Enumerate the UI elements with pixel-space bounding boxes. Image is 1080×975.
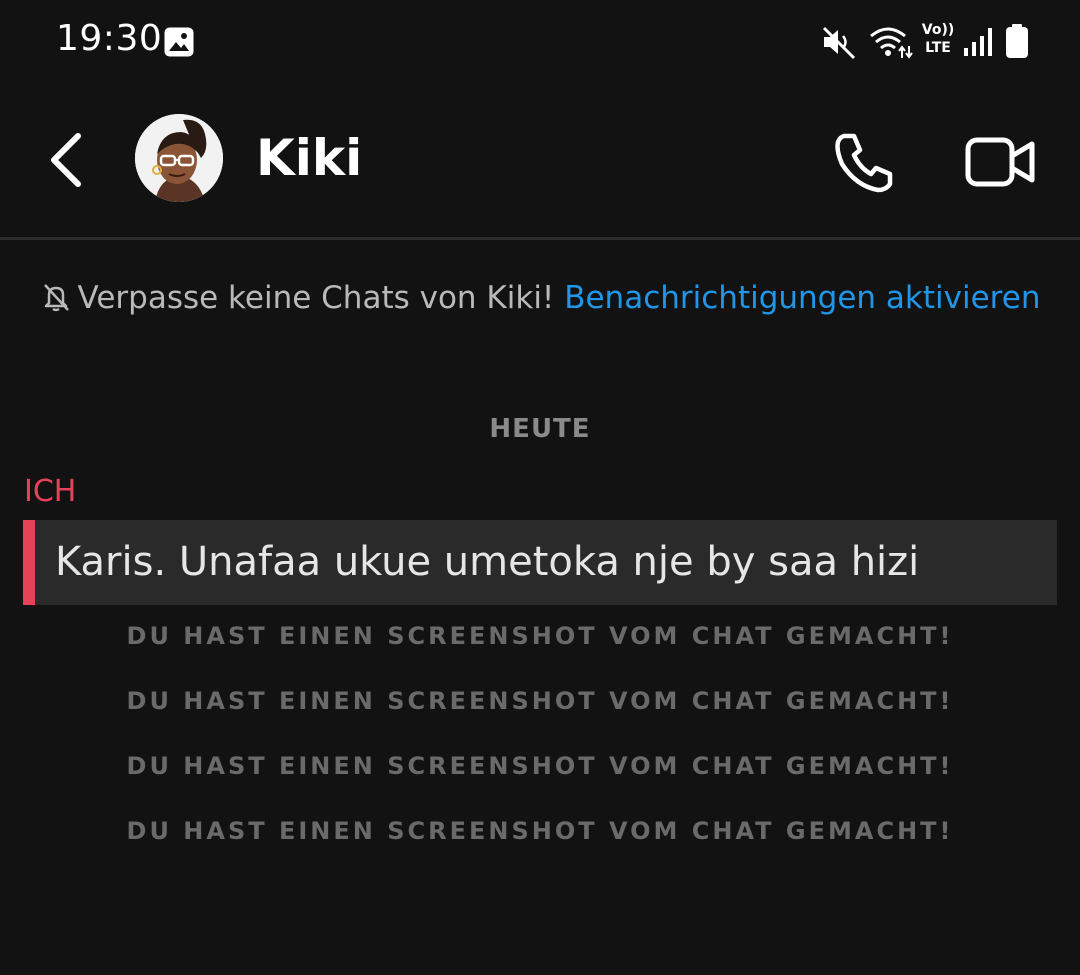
chat-header: Kiki [0,80,1080,238]
chat-message[interactable]: Karis. Unafaa ukue umetoka nje by saa hi… [23,520,1057,605]
notification-text: Verpasse keine Chats von Kiki! [77,280,555,316]
status-time: 19:30 [56,18,163,59]
gallery-icon [164,27,194,57]
bitmoji-avatar-icon [135,114,223,202]
back-arrow-icon[interactable] [38,128,94,192]
volte-icon: Vo)) LTE [921,22,955,56]
header-divider [0,237,1080,240]
date-header: HEUTE [489,414,591,444]
battery-icon [1006,24,1028,58]
sender-label: ICH [24,474,77,509]
video-camera-icon[interactable] [964,134,1038,190]
message-accent-bar [23,520,35,605]
screenshot-notice: DU HAST EINEN SCREENSHOT VOM CHAT GEMACH… [126,687,954,715]
contact-name[interactable]: Kiki [256,130,362,186]
enable-notifications-link[interactable]: Benachrichtigungen aktivieren [564,280,1040,316]
message-text: Karis. Unafaa ukue umetoka nje by saa hi… [55,539,920,585]
wifi-icon [870,27,913,59]
mute-icon [822,26,856,60]
notification-banner: Verpasse keine Chats von Kiki! Benachric… [30,272,1050,325]
screenshot-notice: DU HAST EINEN SCREENSHOT VOM CHAT GEMACH… [126,752,954,780]
signal-icon [964,28,992,56]
avatar[interactable] [135,114,223,202]
bell-off-icon [43,284,69,312]
phone-icon[interactable] [830,128,898,196]
screenshot-notice: DU HAST EINEN SCREENSHOT VOM CHAT GEMACH… [126,817,954,845]
screenshot-notice: DU HAST EINEN SCREENSHOT VOM CHAT GEMACH… [126,622,954,650]
status-bar: 19:30 Vo)) LTE [0,0,1080,80]
